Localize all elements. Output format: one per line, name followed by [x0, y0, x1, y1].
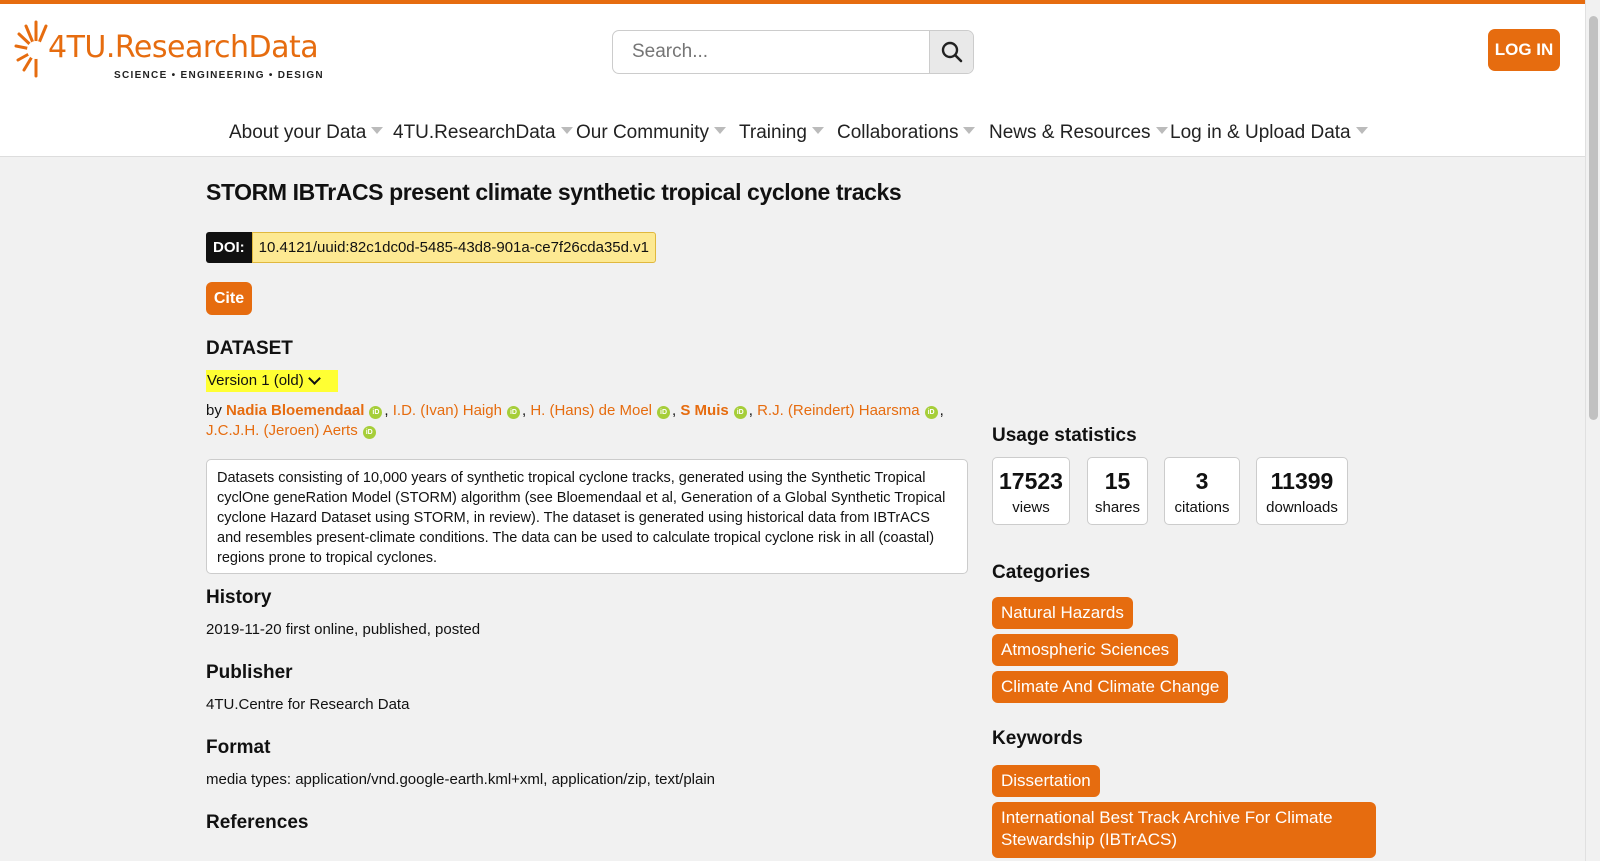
author-link[interactable]: J.C.J.H. (Jeroen) Aerts — [206, 422, 358, 439]
orcid-icon[interactable]: iD — [924, 406, 938, 419]
usage-heading: Usage statistics — [992, 425, 1137, 446]
orcid-icon[interactable]: iD — [369, 406, 383, 419]
cite-button[interactable]: Cite — [206, 282, 252, 315]
search-icon — [941, 41, 963, 63]
stat-value: 11399 — [1270, 468, 1334, 494]
nav-login-upload[interactable]: Log in & Upload Data — [1170, 122, 1368, 144]
caret-down-icon — [963, 127, 976, 135]
orcid-icon[interactable]: iD — [506, 406, 520, 419]
author-link[interactable]: I.D. (Ivan) Haigh — [393, 402, 502, 419]
keyword-tag[interactable]: Dissertation — [992, 765, 1100, 797]
nav-label: Collaborations — [837, 122, 959, 143]
page-scrollbar[interactable] — [1585, 0, 1600, 861]
author-link[interactable]: S Muis — [680, 402, 728, 419]
scrollbar-thumb[interactable] — [1589, 16, 1598, 420]
page-title: STORM IBTrACS present climate synthetic … — [206, 179, 902, 205]
nav-label: 4TU.ResearchData — [393, 122, 556, 143]
nav-label: Training — [739, 122, 807, 143]
format-text: media types: application/vnd.google-eart… — [206, 771, 716, 788]
caret-down-icon — [811, 127, 824, 135]
history-text: 2019-11-20 first online, published, post… — [206, 621, 481, 638]
nav-label: Log in & Upload Data — [1170, 122, 1351, 143]
publisher-text: 4TU.Centre for Research Data — [206, 696, 410, 713]
nav-4tu-researchdata[interactable]: 4TU.ResearchData — [393, 122, 573, 144]
site-header: 4TU.ResearchData SCIENCE • ENGINEERING •… — [0, 4, 1585, 157]
caret-down-icon — [1355, 127, 1368, 135]
nav-about-your-data[interactable]: About your Data — [229, 122, 384, 144]
stat-label: views — [1012, 499, 1050, 516]
stat-citations: 3 citations — [1164, 457, 1240, 525]
doi-badge[interactable]: DOI: 10.4121/uuid:82c1dc0d-5485-43d8-901… — [206, 232, 656, 263]
orcid-icon[interactable]: iD — [362, 426, 376, 439]
author-link[interactable]: H. (Hans) de Moel — [530, 402, 652, 419]
orcid-icon[interactable]: iD — [657, 406, 671, 419]
categories-heading: Categories — [992, 562, 1091, 583]
logo-tagline: SCIENCE • ENGINEERING • DESIGN — [114, 70, 324, 81]
site-logo[interactable]: 4TU.ResearchData SCIENCE • ENGINEERING •… — [14, 18, 323, 84]
nav-label: Our Community — [576, 122, 710, 143]
stat-views: 17523 views — [992, 457, 1070, 525]
nav-our-community[interactable]: Our Community — [576, 122, 727, 144]
keyword-tag[interactable]: International Best Track Archive For Cli… — [992, 802, 1376, 858]
orcid-icon[interactable]: iD — [733, 406, 747, 419]
category-tag[interactable]: Natural Hazards — [992, 597, 1133, 629]
by-label: by — [206, 402, 222, 419]
format-heading: Format — [206, 737, 271, 758]
publisher-heading: Publisher — [206, 662, 293, 683]
stat-value: 15 — [1104, 468, 1131, 494]
nav-training[interactable]: Training — [739, 122, 824, 144]
references-heading: References — [206, 812, 309, 833]
search-button[interactable] — [929, 31, 973, 73]
logo-text: 4TU.ResearchData — [48, 30, 319, 65]
stat-downloads: 11399 downloads — [1256, 457, 1348, 525]
dataset-type-label: DATASET — [206, 338, 293, 359]
caret-down-icon — [714, 127, 727, 135]
nav-collaborations[interactable]: Collaborations — [837, 122, 976, 144]
logo-wordmark: 4TU.ResearchData — [48, 30, 319, 65]
history-heading: History — [206, 587, 272, 608]
stat-value: 3 — [1195, 468, 1209, 494]
keywords-heading: Keywords — [992, 728, 1083, 749]
stat-value: 17523 — [999, 468, 1063, 494]
version-label: Version 1 (old) — [207, 372, 304, 389]
nav-label: About your Data — [229, 122, 367, 143]
category-tag[interactable]: Climate And Climate Change — [992, 671, 1229, 703]
category-tag[interactable]: Atmospheric Sciences — [992, 634, 1179, 666]
doi-value[interactable]: 10.4121/uuid:82c1dc0d-5485-43d8-901a-ce7… — [251, 232, 656, 263]
caret-down-icon — [560, 127, 573, 135]
search-box — [612, 30, 974, 74]
stat-shares: 15 shares — [1087, 457, 1148, 525]
main-nav: About your Data 4TU.ResearchData Our Com… — [0, 112, 1585, 152]
version-select[interactable]: Version 1 (old) — [206, 370, 338, 392]
chevron-down-icon — [308, 372, 321, 385]
stat-label: shares — [1094, 499, 1141, 516]
nav-news-resources[interactable]: News & Resources — [989, 122, 1168, 144]
author-list: by Nadia Bloemendaal iD, I.D. (Ivan) Haig… — [206, 402, 944, 439]
stat-label: downloads — [1266, 499, 1338, 516]
nav-label: News & Resources — [989, 122, 1151, 143]
author-link[interactable]: R.J. (Reindert) Haarsma — [757, 402, 920, 419]
caret-down-icon — [371, 127, 384, 135]
caret-down-icon — [1155, 127, 1168, 135]
dataset-description: Datasets consisting of 10,000 years of s… — [206, 459, 968, 574]
stat-label: citations — [1174, 499, 1230, 516]
search-input[interactable] — [613, 31, 931, 73]
author-link[interactable]: Nadia Bloemendaal — [226, 402, 364, 419]
login-button[interactable]: LOG IN — [1488, 29, 1560, 71]
doi-label: DOI: — [206, 232, 252, 263]
